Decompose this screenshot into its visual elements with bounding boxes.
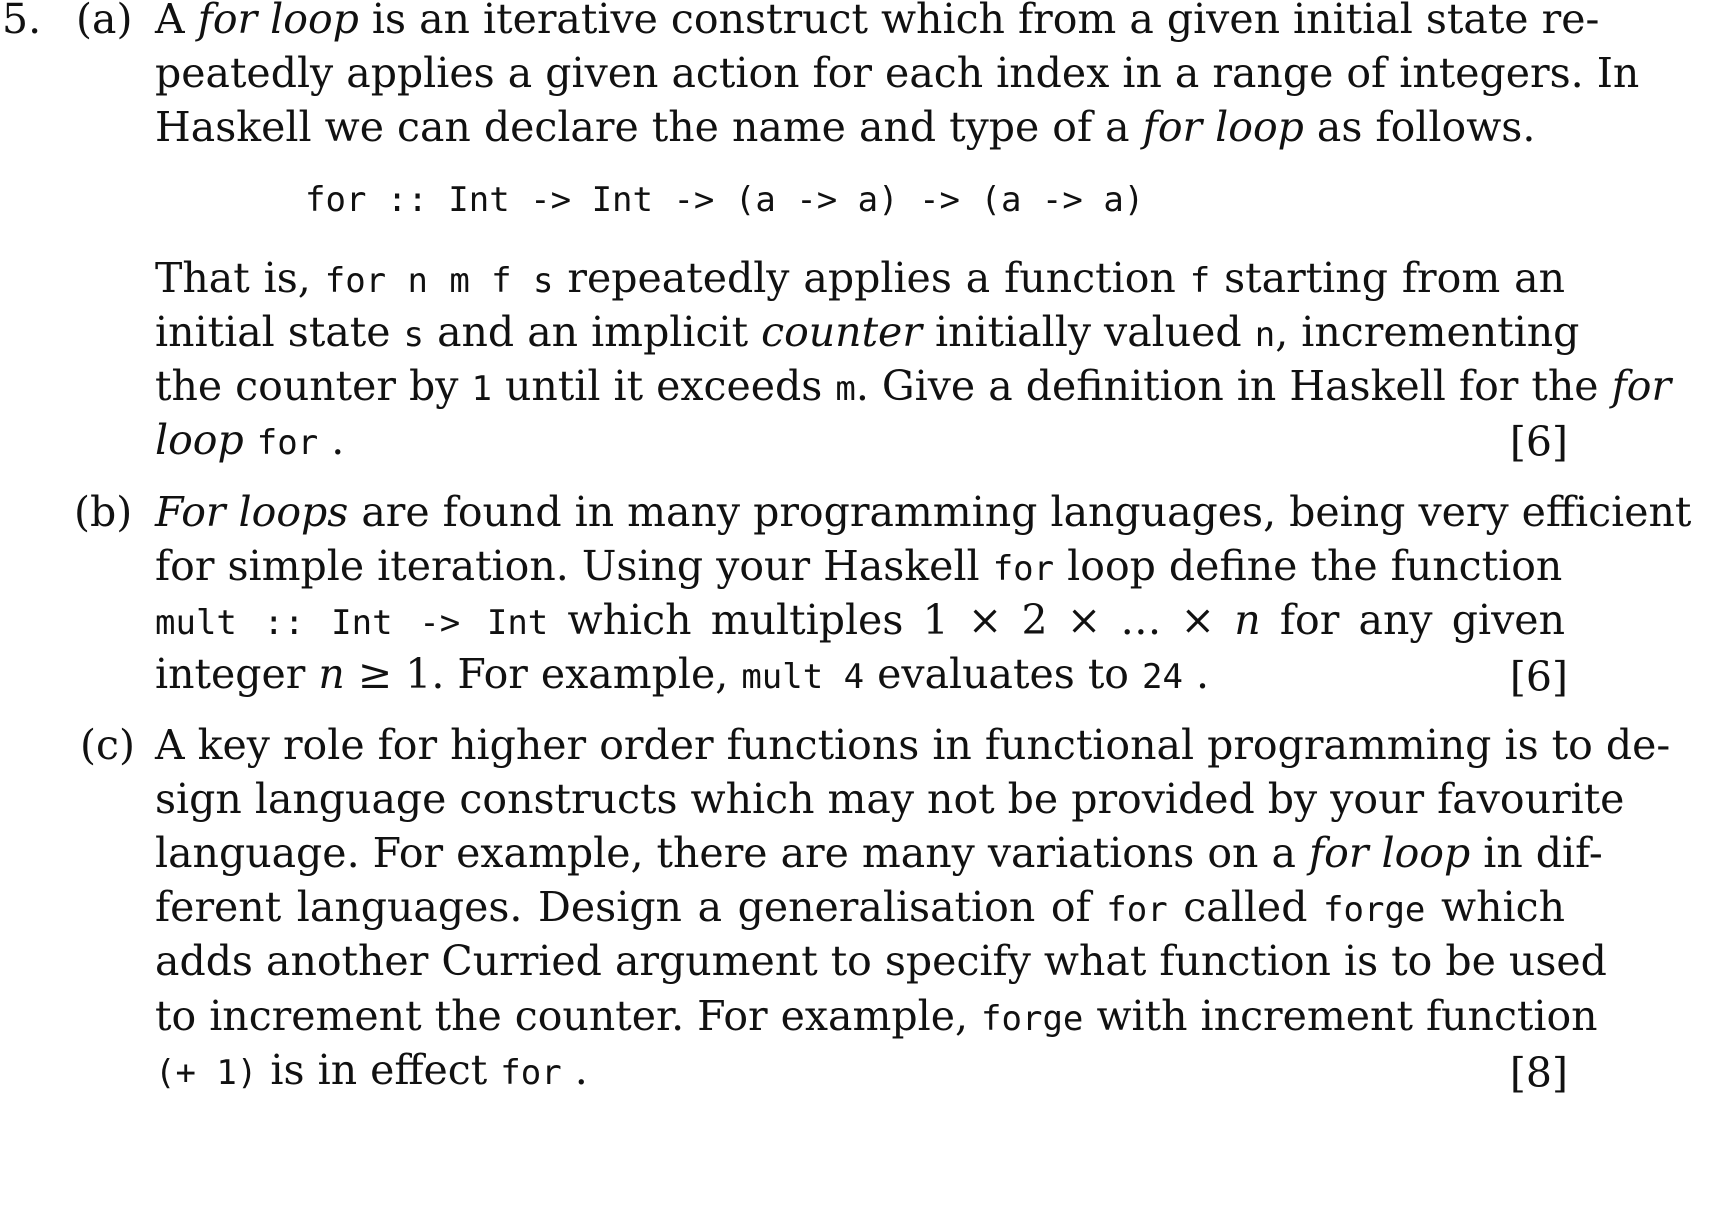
text-segment: . bbox=[318, 416, 345, 465]
text-line: sign language constructs which may not b… bbox=[155, 772, 1624, 826]
text-segment: . bbox=[1182, 650, 1210, 699]
text-segment: . bbox=[561, 1045, 588, 1094]
math-expression: ≥ 1 bbox=[344, 650, 432, 699]
code-span: for bbox=[500, 1052, 562, 1093]
text-line: For loops are found in many programming … bbox=[155, 485, 1691, 539]
text-segment: which multiples bbox=[548, 596, 923, 645]
code-span: forge bbox=[981, 998, 1084, 1039]
text-line: peatedly applies a given action for each… bbox=[155, 46, 1639, 100]
text-segment: as follows. bbox=[1303, 103, 1536, 152]
text-segment: in dif- bbox=[1470, 829, 1603, 878]
text-segment: repeatedly applies a function bbox=[553, 254, 1190, 302]
emphasis: loop bbox=[155, 416, 244, 465]
emphasis: for bbox=[1611, 362, 1672, 411]
math-expression: 1 × 2 × … × bbox=[922, 596, 1235, 645]
text-segment: language. For example, there are many va… bbox=[155, 829, 1309, 878]
part-c-label: (c) bbox=[80, 721, 135, 769]
text-line: A for loop is an iterative construct whi… bbox=[155, 0, 1599, 46]
text-segment: A key role for higher order functions in… bbox=[155, 721, 1671, 769]
text-segment: ferent languages. Design a generalisatio… bbox=[155, 883, 1107, 932]
emphasis: for loop bbox=[1308, 829, 1471, 878]
text-segment: starting from an bbox=[1210, 254, 1565, 302]
text-segment: Haskell we can declare the name and type… bbox=[155, 103, 1143, 152]
part-c-text: A key role for higher order functions in… bbox=[155, 718, 1670, 1097]
part-b-text: For loops are found in many programming … bbox=[155, 485, 1691, 701]
text-segment bbox=[244, 416, 257, 464]
text-segment: for any given bbox=[1260, 596, 1565, 645]
text-segment: with increment function bbox=[1083, 991, 1598, 1040]
code-span: n bbox=[1254, 315, 1276, 356]
text-segment: sign language constructs which may not b… bbox=[155, 775, 1625, 824]
math-variable: n bbox=[318, 650, 345, 699]
code-span: f bbox=[1189, 261, 1211, 301]
text-segment: until it exceeds bbox=[491, 362, 836, 411]
text-line: ferent languages. Design a generalisatio… bbox=[155, 880, 1565, 934]
text-segment: the counter by bbox=[155, 362, 472, 411]
text-segment: . Give a definition in Haskell for the bbox=[855, 362, 1612, 411]
code-span: for bbox=[256, 423, 319, 464]
text-segment: initial state bbox=[155, 308, 404, 357]
for-type-signature: for :: Int -> Int -> (a -> a) -> (a -> a… bbox=[305, 180, 1145, 220]
text-line: to increment the counter. For example, f… bbox=[155, 989, 1598, 1043]
text-segment: A bbox=[155, 0, 198, 43]
code-span: s bbox=[403, 315, 425, 356]
text-line: mult :: Int -> Int which multiples 1 × 2… bbox=[155, 593, 1565, 647]
part-b-marks: [6] bbox=[1509, 653, 1568, 701]
code-span: (+ 1) bbox=[155, 1052, 258, 1093]
text-line: initial state s and an implicit counter … bbox=[155, 305, 1579, 359]
code-span: mult :: Int -> Int bbox=[155, 603, 549, 644]
exam-page: 5. (a) A for loop is an iterative constr… bbox=[0, 0, 1725, 1210]
text-segment: called bbox=[1167, 883, 1324, 932]
emphasis: for loop bbox=[197, 0, 359, 43]
text-segment: loop define the function bbox=[1054, 542, 1563, 591]
question-number: 5. bbox=[2, 0, 42, 43]
part-a-marks: [6] bbox=[1509, 418, 1568, 466]
text-segment: , incrementing bbox=[1275, 308, 1580, 357]
text-segment: That is, bbox=[155, 254, 325, 302]
part-b-label: (b) bbox=[74, 488, 133, 536]
code-span: for n m f s bbox=[324, 261, 554, 301]
text-line: adds another Curried argument to specify… bbox=[155, 934, 1607, 988]
code-span: m bbox=[835, 369, 856, 410]
emphasis: For loops bbox=[155, 488, 349, 536]
text-line: That is, for n m f s repeatedly applies … bbox=[155, 251, 1565, 305]
text-line: the counter by 1 until it exceeds m. Giv… bbox=[155, 359, 1671, 413]
part-a-label: (a) bbox=[76, 0, 133, 43]
text-line: for simple iteration. Using your Haskell… bbox=[155, 539, 1565, 593]
part-c-marks: [8] bbox=[1509, 1049, 1568, 1097]
text-line: (+ 1) is in effect for . bbox=[155, 1043, 1565, 1097]
text-segment: and an implicit bbox=[424, 308, 762, 357]
text-segment: evaluates to bbox=[864, 650, 1143, 699]
text-line: integer n ≥ 1. For example, mult 4 evalu… bbox=[155, 647, 1565, 701]
part-a-text: A for loop is an iterative construct whi… bbox=[155, 0, 1639, 154]
text-line: A key role for higher order functions in… bbox=[155, 718, 1670, 772]
code-span: for bbox=[992, 549, 1055, 590]
text-segment: adds another Curried argument to specify… bbox=[155, 937, 1607, 986]
code-span: 24 bbox=[1142, 657, 1183, 698]
code-span: forge bbox=[1323, 890, 1426, 931]
text-segment: integer bbox=[155, 650, 319, 699]
text-segment: is in effect bbox=[257, 1045, 501, 1094]
text-segment: initially valued bbox=[921, 308, 1255, 357]
text-segment: are found in many programming languages,… bbox=[348, 488, 1692, 536]
code-span: for bbox=[1106, 890, 1168, 931]
math-variable: n bbox=[1234, 596, 1261, 645]
text-segment: . For example, bbox=[431, 650, 742, 699]
emphasis: for loop bbox=[1142, 103, 1304, 152]
text-segment: peatedly applies a given action for each… bbox=[155, 49, 1640, 98]
emphasis: counter bbox=[761, 308, 922, 357]
code-span: 1 bbox=[471, 369, 492, 410]
text-segment: for simple iteration. Using your Haskell bbox=[155, 542, 993, 591]
text-segment: is an iterative construct which from a g… bbox=[358, 0, 1600, 43]
text-line: loop for . bbox=[155, 413, 1565, 467]
text-line: language. For example, there are many va… bbox=[155, 826, 1603, 880]
code-span: mult 4 bbox=[741, 657, 865, 698]
text-segment: which bbox=[1425, 883, 1565, 932]
part-a-description: That is, for n m f s repeatedly applies … bbox=[155, 251, 1671, 467]
text-line: Haskell we can declare the name and type… bbox=[155, 100, 1565, 154]
text-segment: to increment the counter. For example, bbox=[155, 991, 982, 1040]
